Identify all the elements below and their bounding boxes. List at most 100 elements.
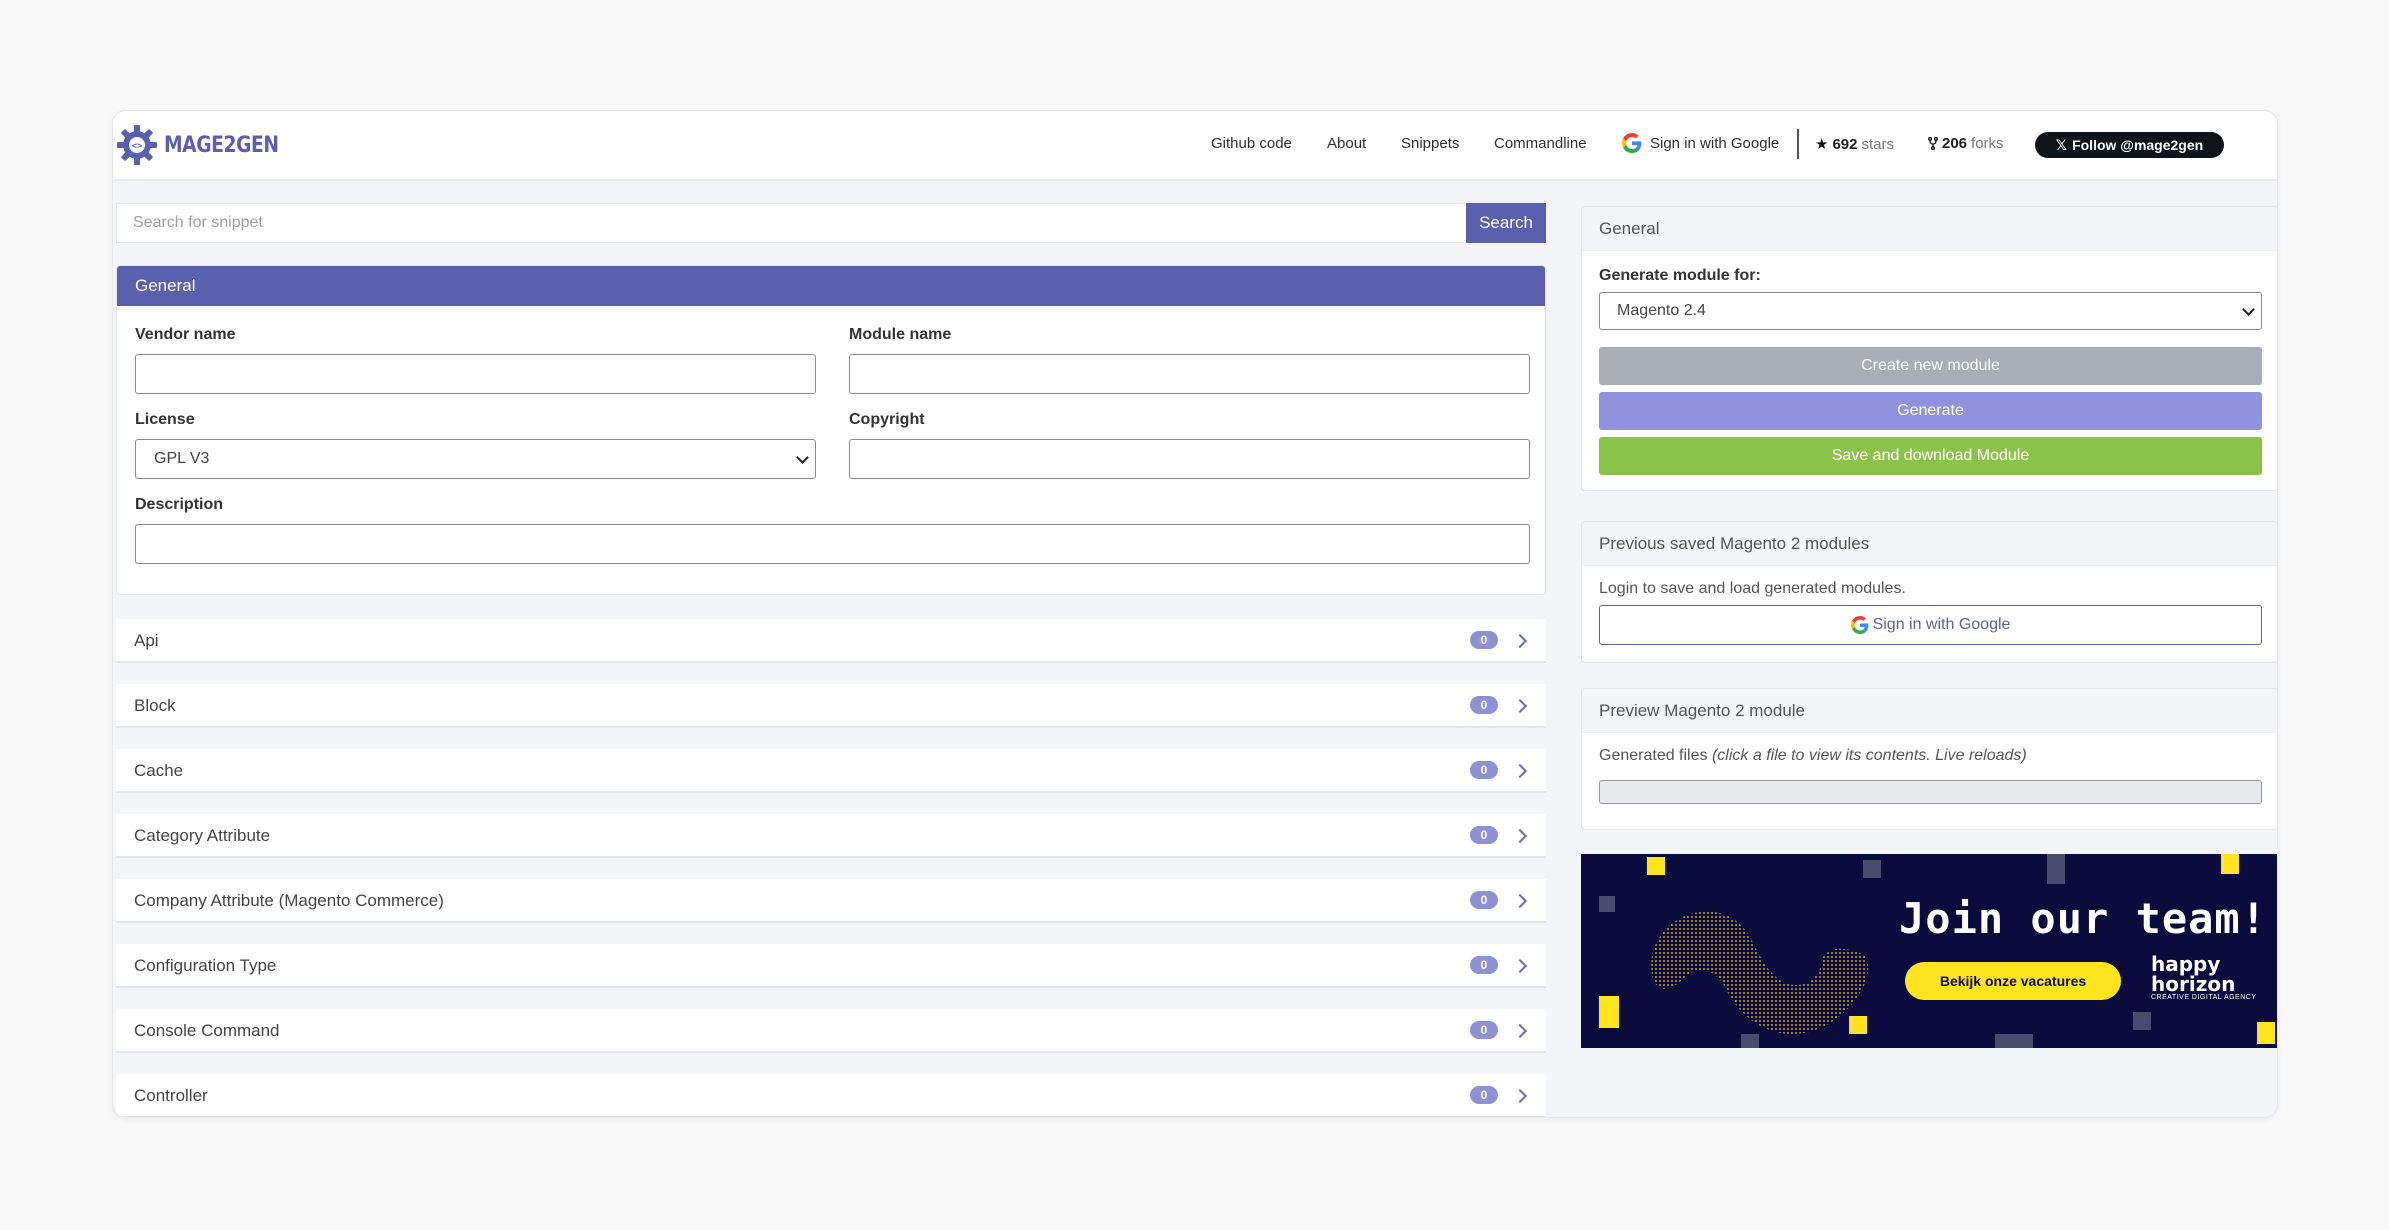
snippet-label: Cache <box>134 761 184 780</box>
snippet-search-input[interactable] <box>116 203 1466 243</box>
chevron-right-icon <box>1512 1023 1528 1039</box>
generated-files-label: Generated files <box>1599 747 1708 764</box>
stars-label: stars <box>1861 135 1894 153</box>
chevron-right-icon <box>1512 763 1528 779</box>
license-label: License <box>135 411 195 428</box>
create-new-module-button[interactable]: Create new module <box>1599 347 2262 385</box>
nav-commandline[interactable]: Commandline <box>1494 135 1587 152</box>
logo[interactable]: <> MAGE2GEN <box>116 123 299 167</box>
wave-graphic <box>1651 911 1869 1034</box>
generated-files-text: Generated files (click a file to view it… <box>1599 747 2027 765</box>
pixel-decoration <box>1599 996 1619 1028</box>
module-name-input[interactable] <box>849 354 1530 394</box>
snippet-item-cache[interactable]: Cache 0 <box>116 749 1546 793</box>
generate-button[interactable]: Generate <box>1599 392 2262 430</box>
github-stars[interactable]: ★ 692 stars <box>1815 135 1894 154</box>
follow-label: Follow @mage2gen <box>2072 137 2204 153</box>
copyright-input[interactable] <box>849 439 1530 479</box>
snippet-label: Controller <box>134 1086 208 1105</box>
pixel-decoration <box>1863 860 1881 878</box>
magento-version-select[interactable]: Magento 2.4 <box>1599 292 2262 330</box>
count-badge: 0 <box>1470 826 1498 844</box>
snippet-label: Category Attribute <box>134 826 271 845</box>
svg-text:<>: <> <box>132 142 143 152</box>
forks-count: 206 <box>1942 135 1968 152</box>
top-navbar: <> MAGE2GEN Github code About Snippets C… <box>113 111 2277 181</box>
snippet-item-console-command[interactable]: Console Command 0 <box>116 1009 1546 1053</box>
gear-logo-icon: <> <box>117 125 157 165</box>
count-badge: 0 <box>1470 1021 1498 1039</box>
snippet-label: Block <box>134 696 176 715</box>
vendor-name-label: Vendor name <box>135 326 236 343</box>
snippet-item-api[interactable]: Api 0 <box>116 619 1546 663</box>
nav-divider <box>1797 129 1799 159</box>
star-icon: ★ <box>1815 136 1829 153</box>
snippet-search: Search <box>116 203 1546 243</box>
generate-for-label: Generate module for: <box>1599 267 1761 284</box>
snippet-label: Console Command <box>134 1021 280 1040</box>
banner-title: Join our team! <box>1899 894 2268 943</box>
general-panel-title: General <box>117 266 1545 306</box>
github-forks[interactable]: 206 forks <box>1928 135 2004 152</box>
module-name-label: Module name <box>849 326 952 343</box>
chevron-right-icon <box>1512 698 1528 714</box>
chevron-down-icon <box>796 451 809 464</box>
nav-github-code[interactable]: Github code <box>1211 135 1292 152</box>
save-download-module-button[interactable]: Save and download Module <box>1599 437 2262 475</box>
count-badge: 0 <box>1470 631 1498 649</box>
x-logo-icon: 𝕏 <box>2055 136 2068 153</box>
snippet-label: Company Attribute (Magento Commerce) <box>134 891 444 910</box>
search-button[interactable]: Search <box>1466 203 1546 243</box>
job-ad-banner[interactable]: Join our team! Bekijk onze vacatures hap… <box>1581 854 2277 1048</box>
nav-about[interactable]: About <box>1327 135 1366 152</box>
snippet-label: Configuration Type <box>134 956 277 975</box>
happy-horizon-logo: happy horizon <box>2151 954 2235 994</box>
google-icon <box>1850 616 1868 634</box>
magento-version-value: Magento 2.4 <box>1617 302 1706 319</box>
saved-modules-text: Login to save and load generated modules… <box>1599 580 1906 597</box>
chevron-down-icon <box>2242 303 2255 316</box>
description-input[interactable] <box>135 524 1530 564</box>
pixel-decoration <box>2133 1012 2151 1030</box>
generated-files-list[interactable] <box>1599 780 2262 804</box>
app-frame: <> MAGE2GEN Github code About Snippets C… <box>112 110 2278 1118</box>
brand-subtitle: CREATIVE DIGITAL AGENCY <box>2151 994 2257 1001</box>
vacancies-button[interactable]: Bekijk onze vacatures <box>1905 962 2121 1000</box>
forks-label: forks <box>1971 135 2004 152</box>
google-icon <box>1622 133 1642 153</box>
snippet-item-block[interactable]: Block 0 <box>116 684 1546 728</box>
count-badge: 0 <box>1470 761 1498 779</box>
pixel-decoration <box>1599 896 1615 912</box>
fork-icon <box>1928 136 1938 151</box>
chevron-right-icon <box>1512 828 1528 844</box>
saved-modules-title: Previous saved Magento 2 modules <box>1582 522 2277 566</box>
count-badge: 0 <box>1470 1086 1498 1104</box>
snippet-item-category-attribute[interactable]: Category Attribute 0 <box>116 814 1546 858</box>
snippet-item-controller[interactable]: Controller 0 <box>116 1074 1546 1117</box>
module-general-card: General Generate module for: Magento 2.4… <box>1581 206 2277 491</box>
vendor-name-input[interactable] <box>135 354 816 394</box>
google-signin-link[interactable]: Sign in with Google <box>1622 133 1779 153</box>
stars-count: 692 <box>1832 135 1858 153</box>
chevron-right-icon <box>1512 1088 1528 1104</box>
logo-text: MAGE2GEN <box>164 132 279 158</box>
nav-snippets[interactable]: Snippets <box>1401 135 1459 152</box>
module-general-title: General <box>1582 207 2277 251</box>
generated-files-hint: (click a file to view its contents. Live… <box>1711 747 2027 764</box>
general-panel: General Vendor name Module name License … <box>116 265 1546 595</box>
count-badge: 0 <box>1470 956 1498 974</box>
license-select[interactable]: GPL V3 <box>135 439 816 479</box>
description-label: Description <box>135 496 224 513</box>
brand-line-1: happy <box>2151 952 2221 976</box>
google-signin-label: Sign in with Google <box>1650 134 1780 152</box>
twitter-follow-button[interactable]: 𝕏 Follow @mage2gen <box>2035 132 2224 158</box>
google-signin-button-label: Sign in with Google <box>1872 616 2011 633</box>
count-badge: 0 <box>1470 696 1498 714</box>
preview-module-card: Preview Magento 2 module Generated files… <box>1581 688 2277 830</box>
snippet-item-company-attribute[interactable]: Company Attribute (Magento Commerce) 0 <box>116 879 1546 923</box>
license-value: GPL V3 <box>154 450 210 467</box>
pixel-decoration <box>1647 857 1665 875</box>
google-signin-button[interactable]: Sign in with Google <box>1599 605 2262 645</box>
chevron-right-icon <box>1512 958 1528 974</box>
snippet-item-configuration-type[interactable]: Configuration Type 0 <box>116 944 1546 988</box>
